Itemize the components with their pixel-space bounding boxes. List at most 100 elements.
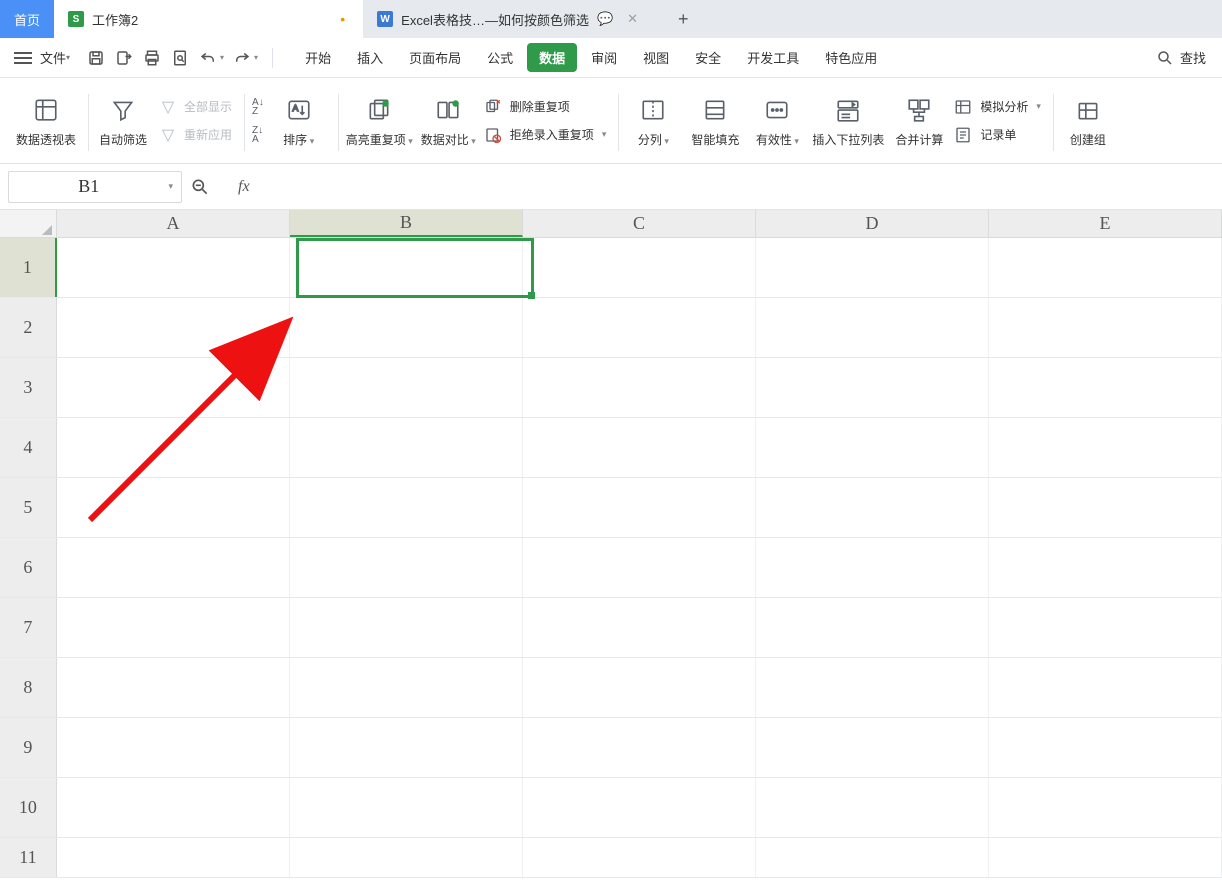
whatif-button[interactable]: 模拟分析 <box>954 96 1041 118</box>
cell[interactable] <box>989 838 1222 877</box>
cell[interactable] <box>989 238 1222 297</box>
fx-icon[interactable]: fx <box>238 178 250 196</box>
undo-button[interactable] <box>195 45 221 71</box>
cell[interactable] <box>290 778 523 837</box>
cell[interactable] <box>57 238 290 297</box>
cell[interactable] <box>989 658 1222 717</box>
cell[interactable] <box>523 538 756 597</box>
insert-dropdown-button[interactable]: 插入下拉列表 <box>812 84 884 158</box>
cell[interactable] <box>989 358 1222 417</box>
cell[interactable] <box>756 838 989 877</box>
tab-home[interactable]: 首页 <box>0 0 54 38</box>
cell[interactable] <box>756 778 989 837</box>
save-button[interactable] <box>83 45 109 71</box>
ribbon-tab-insert[interactable]: 插入 <box>345 43 395 72</box>
cell[interactable] <box>290 238 523 297</box>
show-all-button[interactable]: ▽ 全部显示 <box>158 96 232 118</box>
zoom-icon[interactable] <box>190 177 238 197</box>
cell[interactable] <box>57 418 290 477</box>
cell[interactable] <box>523 718 756 777</box>
col-header-A[interactable]: A <box>57 210 290 237</box>
sort-desc-icon[interactable]: Z↓A <box>252 126 264 144</box>
cell[interactable] <box>989 298 1222 357</box>
cell[interactable] <box>523 418 756 477</box>
cell[interactable] <box>523 358 756 417</box>
create-group-button[interactable]: 创建组 <box>1061 84 1115 158</box>
record-form-button[interactable]: 记录单 <box>954 124 1041 146</box>
row-header-1[interactable]: 1 <box>0 238 57 297</box>
row-header-11[interactable]: 11 <box>0 838 57 877</box>
cell[interactable] <box>756 358 989 417</box>
cell[interactable] <box>57 598 290 657</box>
ribbon-tab-review[interactable]: 审阅 <box>579 43 629 72</box>
cell[interactable] <box>57 538 290 597</box>
cell[interactable] <box>756 238 989 297</box>
redo-caret-icon[interactable]: ▾ <box>254 53 258 62</box>
ribbon-tab-layout[interactable]: 页面布局 <box>397 43 473 72</box>
col-header-E[interactable]: E <box>989 210 1222 237</box>
cell[interactable] <box>989 718 1222 777</box>
row-header-7[interactable]: 7 <box>0 598 57 657</box>
ribbon-tab-security[interactable]: 安全 <box>683 43 733 72</box>
cell[interactable] <box>523 298 756 357</box>
ribbon-tab-formula[interactable]: 公式 <box>475 43 525 72</box>
row-header-4[interactable]: 4 <box>0 418 57 477</box>
validity-button[interactable]: 有效性 <box>750 84 804 158</box>
cell[interactable] <box>989 478 1222 537</box>
cell[interactable] <box>57 778 290 837</box>
smart-fill-button[interactable]: 智能填充 <box>688 84 742 158</box>
cell[interactable] <box>57 478 290 537</box>
row-header-6[interactable]: 6 <box>0 538 57 597</box>
cell[interactable] <box>290 358 523 417</box>
cell[interactable] <box>523 598 756 657</box>
close-tab-icon[interactable]: ✕ <box>621 11 638 27</box>
cell[interactable] <box>756 478 989 537</box>
cell[interactable] <box>290 838 523 877</box>
row-header-3[interactable]: 3 <box>0 358 57 417</box>
redo-button[interactable] <box>229 45 255 71</box>
cell[interactable] <box>290 658 523 717</box>
name-box[interactable]: ▾ <box>8 171 182 203</box>
cell[interactable] <box>290 478 523 537</box>
undo-caret-icon[interactable]: ▾ <box>220 53 224 62</box>
sort-button[interactable]: A 排序 <box>272 84 326 158</box>
cell[interactable] <box>290 598 523 657</box>
print-button[interactable] <box>139 45 165 71</box>
row-header-2[interactable]: 2 <box>0 298 57 357</box>
print-preview-button[interactable] <box>167 45 193 71</box>
row-header-8[interactable]: 8 <box>0 658 57 717</box>
ribbon-tab-special[interactable]: 特色应用 <box>813 43 889 72</box>
tab-excel-tutorial[interactable]: W Excel表格技…—如何按颜色筛选 💬 ✕ <box>363 0 662 38</box>
cell[interactable] <box>989 778 1222 837</box>
cell[interactable] <box>57 358 290 417</box>
data-compare-button[interactable]: 数据对比 <box>421 84 476 158</box>
cell[interactable] <box>57 838 290 877</box>
formula-input[interactable] <box>258 164 1222 209</box>
cell[interactable] <box>290 298 523 357</box>
cell[interactable] <box>756 538 989 597</box>
cell[interactable] <box>756 418 989 477</box>
split-col-button[interactable]: 分列 <box>626 84 680 158</box>
cell[interactable] <box>523 838 756 877</box>
cell[interactable] <box>290 418 523 477</box>
deny-dup-button[interactable]: 拒绝录入重复项 <box>484 124 607 146</box>
pivot-table-button[interactable]: 数据透视表 <box>16 84 76 158</box>
cell[interactable] <box>523 778 756 837</box>
reapply-button[interactable]: ▽ 重新应用 <box>158 124 232 146</box>
row-header-5[interactable]: 5 <box>0 478 57 537</box>
consolidate-button[interactable]: 合并计算 <box>892 84 946 158</box>
sort-asc-icon[interactable]: A↓Z <box>252 98 264 116</box>
cell[interactable] <box>756 298 989 357</box>
ribbon-tab-view[interactable]: 视图 <box>631 43 681 72</box>
cell[interactable] <box>989 418 1222 477</box>
remove-dup-button[interactable]: 删除重复项 <box>484 96 607 118</box>
col-header-D[interactable]: D <box>756 210 989 237</box>
new-tab-button[interactable]: + <box>662 0 705 38</box>
ribbon-tab-start[interactable]: 开始 <box>293 43 343 72</box>
cell[interactable] <box>756 658 989 717</box>
cell[interactable] <box>756 718 989 777</box>
search-button[interactable]: 查找 <box>1156 48 1206 67</box>
export-button[interactable] <box>111 45 137 71</box>
cell[interactable] <box>523 238 756 297</box>
col-header-C[interactable]: C <box>523 210 756 237</box>
